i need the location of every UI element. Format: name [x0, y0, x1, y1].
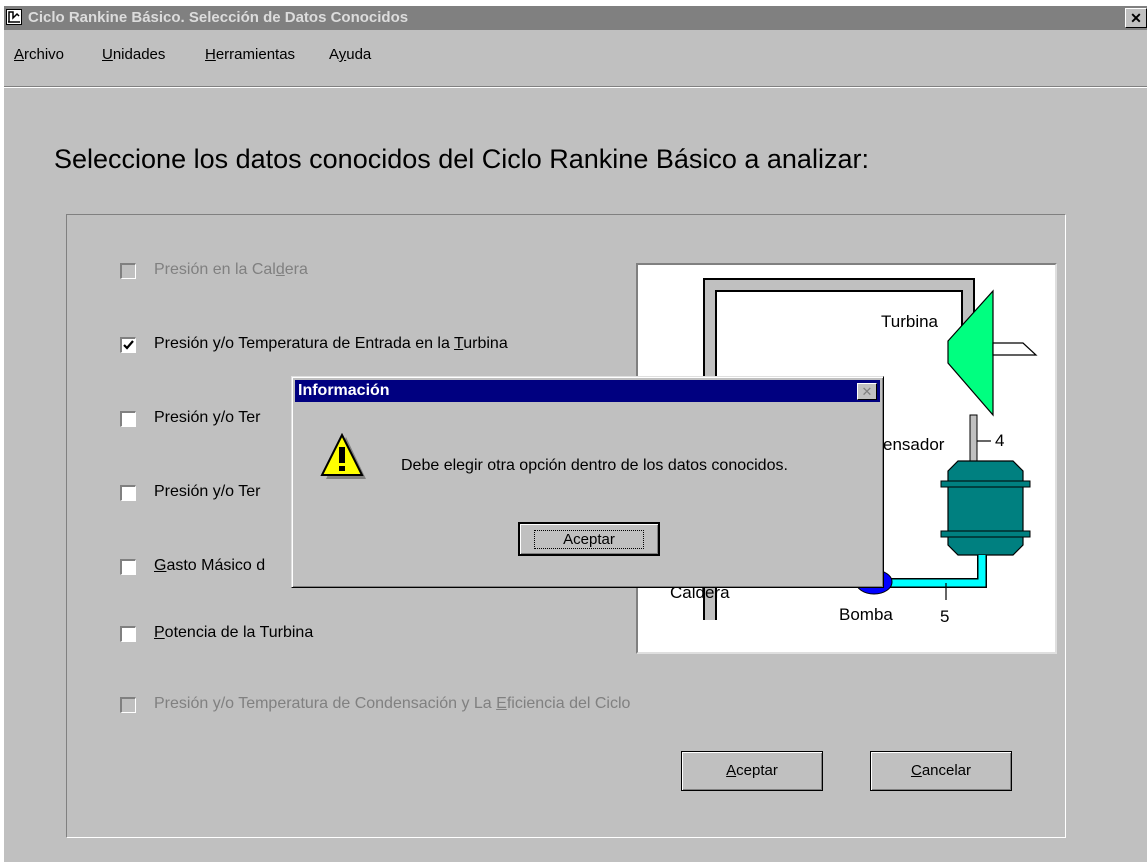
checkmark-icon — [123, 340, 134, 350]
dialog-ok-button[interactable]: Aceptar — [518, 522, 660, 556]
label-state-4: 4 — [995, 431, 1005, 450]
app-icon — [6, 9, 22, 25]
main-window: Ciclo Rankine Básico. Selección de Datos… — [4, 6, 1147, 862]
page-heading: Seleccione los datos conocidos del Ciclo… — [54, 144, 869, 174]
warning-icon — [320, 433, 366, 479]
menu-ayuda[interactable]: Ayuda — [329, 46, 371, 63]
checkbox[interactable] — [120, 626, 136, 642]
dialog-ok-label: Aceptar — [534, 530, 644, 549]
menu-herramientas[interactable]: Herramientas — [205, 46, 295, 63]
info-dialog: Información ✕ Debe elegir otra opción de… — [291, 376, 884, 588]
label-state-5: 5 — [940, 607, 950, 626]
option-label: Presión en la Caldera — [154, 261, 308, 278]
option-label: Gasto Másico d — [154, 557, 266, 574]
window-close-button[interactable]: ✕ — [1125, 8, 1147, 28]
option-label: Potencia de la Turbina — [154, 624, 314, 641]
checkbox[interactable] — [120, 697, 136, 713]
checkbox[interactable] — [120, 485, 136, 501]
menu-unidades[interactable]: Unidades — [102, 46, 165, 63]
dialog-message: Debe elegir otra opción dentro de los da… — [401, 457, 788, 474]
cancel-button[interactable]: Cancelar — [870, 751, 1012, 791]
menu-archivo[interactable]: Archivo — [14, 46, 64, 63]
menu-bar: Archivo Unidades Herramientas Ayuda — [4, 42, 1147, 68]
checkbox[interactable] — [120, 411, 136, 427]
label-bomba: Bomba — [839, 605, 893, 624]
option-label: Presión y/o Ter — [154, 409, 261, 426]
dialog-close-button[interactable]: ✕ — [857, 383, 877, 400]
window-title: Ciclo Rankine Básico. Selección de Datos… — [28, 9, 409, 26]
checkbox[interactable] — [120, 263, 136, 279]
label-turbina: Turbina — [881, 312, 939, 331]
checkbox[interactable] — [120, 337, 136, 353]
condenser-shape — [947, 460, 1024, 556]
checkbox[interactable] — [120, 559, 136, 575]
option-label: Presión y/o Temperatura de Condensación … — [154, 695, 631, 712]
option-label: Presión y/o Ter — [154, 483, 261, 500]
dialog-title-bar[interactable]: Información ✕ — [295, 380, 880, 402]
title-bar[interactable]: Ciclo Rankine Básico. Selección de Datos… — [4, 6, 1147, 30]
option-label: Presión y/o Temperatura de Entrada en la… — [154, 335, 508, 352]
label-condensador: ensador — [883, 435, 945, 454]
menu-separator — [4, 86, 1147, 88]
dialog-title: Información — [298, 382, 390, 399]
accept-button[interactable]: Aceptar — [681, 751, 823, 791]
